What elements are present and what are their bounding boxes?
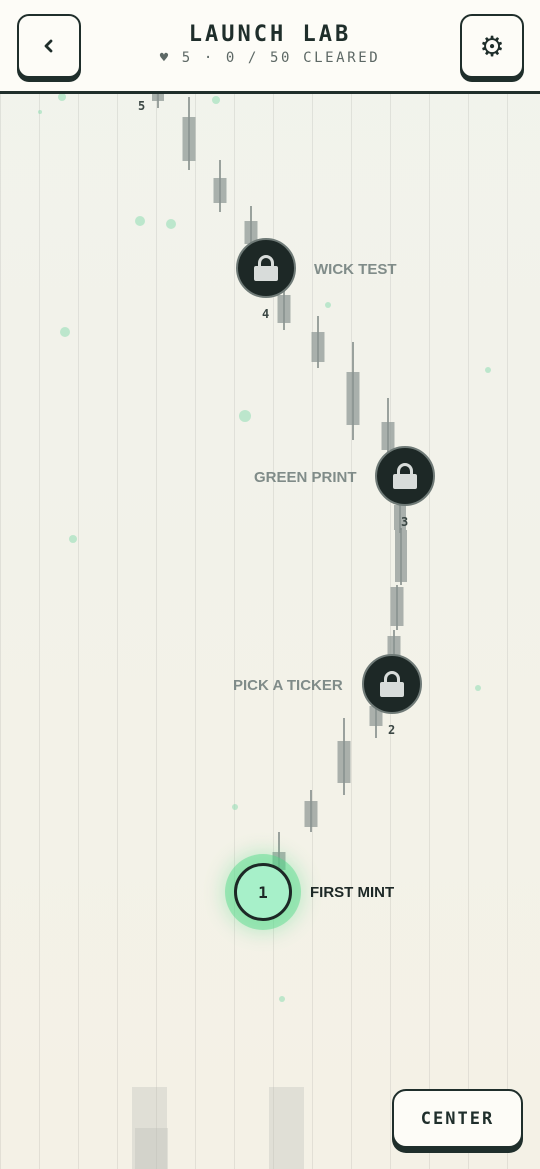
candle-body <box>304 801 318 827</box>
sparkle-dot <box>475 685 481 691</box>
candle-body <box>277 295 291 323</box>
candle-body <box>381 422 395 450</box>
sparkle-dot <box>232 804 238 810</box>
sparkle-dot <box>279 996 285 1002</box>
faded-candle <box>269 1087 304 1169</box>
candle-body <box>395 530 407 582</box>
level-3-label: GREEN PRINT <box>254 469 357 486</box>
sparkle-dot <box>325 302 331 308</box>
candlestick-path <box>38 93 491 1169</box>
candle-body <box>387 636 401 656</box>
sparkle-dot <box>38 110 42 114</box>
top-bar: LAUNCH LAB ♥ 5 · 0 / 50 CLEARED ⚙ <box>0 0 540 94</box>
level-4-label: WICK TEST <box>314 261 397 278</box>
sparkle-dot <box>60 327 70 337</box>
level-2-label: PICK A TICKER <box>233 677 343 694</box>
faded-candle <box>135 1128 168 1169</box>
lock-icon <box>393 463 417 489</box>
sparkle-dot <box>58 93 66 101</box>
sparkle-dot <box>485 367 491 373</box>
level-5-number: 5 <box>138 99 146 113</box>
sparkle-dot <box>135 216 145 226</box>
level-3-number: 3 <box>401 515 409 529</box>
sparkle-dot <box>212 96 220 104</box>
lock-icon <box>254 255 278 281</box>
page-title: LAUNCH LAB <box>188 22 352 47</box>
level-1-label: FIRST MINT <box>310 884 395 901</box>
level-1-node[interactable]: 1 <box>234 863 292 921</box>
candle-body <box>311 332 325 362</box>
progress-summary: ♥ 5 · 0 / 50 CLEARED <box>159 50 381 66</box>
level-4-node[interactable] <box>236 238 296 298</box>
candle-body <box>213 178 227 203</box>
gear-icon: ⚙ <box>479 29 505 63</box>
level-4-number: 4 <box>262 307 270 321</box>
candle-body <box>182 117 196 161</box>
candle-body <box>346 372 360 425</box>
candle-body <box>152 94 164 101</box>
level-2-number: 2 <box>388 723 396 737</box>
sparkle-dot <box>239 410 251 422</box>
candle-body <box>390 587 404 626</box>
sparkle-dot <box>166 219 176 229</box>
lock-icon <box>380 671 404 697</box>
center-button[interactable]: CENTER <box>392 1089 523 1148</box>
level-3-node[interactable] <box>375 446 435 506</box>
level-2-node[interactable] <box>362 654 422 714</box>
settings-button[interactable]: ⚙ <box>460 14 524 78</box>
sparkle-dot <box>69 535 77 543</box>
candle-body <box>337 741 351 783</box>
level-map[interactable] <box>0 0 540 1169</box>
